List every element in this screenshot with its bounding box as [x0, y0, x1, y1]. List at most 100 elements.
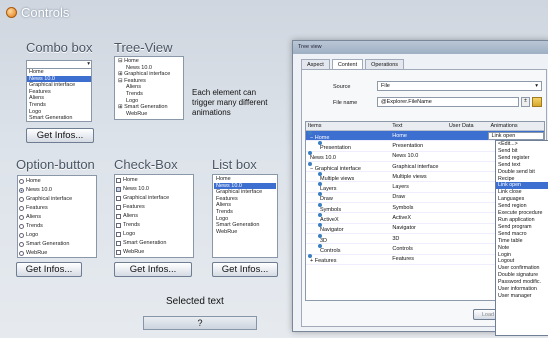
dropdown-option[interactable]: Link close	[496, 189, 548, 196]
tree-node[interactable]: ⊟ Home	[116, 58, 182, 65]
combo-option[interactable]: Aliens	[27, 95, 91, 102]
combo-display[interactable]: ▾	[27, 61, 91, 69]
column-header[interactable]: Items	[306, 123, 390, 129]
tree-node[interactable]: ⊟ Features	[116, 78, 182, 85]
dropdown-option[interactable]: Languages	[496, 196, 548, 203]
dropdown-option[interactable]: User manager	[496, 293, 548, 300]
checkbox[interactable]	[116, 223, 121, 228]
list-item[interactable]: WebRue	[214, 229, 276, 236]
dropdown-option[interactable]: Login	[496, 252, 548, 259]
radio-row[interactable]: Home	[19, 177, 95, 186]
combo-option[interactable]: Logo	[27, 109, 91, 116]
dropdown-option[interactable]: Time table	[496, 238, 548, 245]
dropdown-option[interactable]: Password modific.	[496, 279, 548, 286]
combo-option[interactable]: Graphical interface	[27, 82, 91, 89]
checkbox[interactable]	[116, 214, 121, 219]
list-item[interactable]: Logo	[214, 216, 276, 223]
filename-input[interactable]: @Explorer.FileName	[377, 97, 519, 107]
dropdown-option[interactable]: Execute procedure	[496, 210, 548, 217]
check-row[interactable]: Graphical interface	[116, 194, 192, 203]
combo-option[interactable]: Smart Generation	[27, 115, 91, 121]
dropdown-option[interactable]: User confirmation	[496, 265, 548, 272]
source-select[interactable]: File ▾	[377, 81, 542, 91]
combo-box[interactable]: ▾ Home News 10.0 Graphical interface Feature…	[26, 60, 92, 122]
dropdown-option[interactable]: Recipe	[496, 176, 548, 183]
animations-dropdown[interactable]: <Edit...> Send bit Send register Send text D…	[495, 140, 548, 336]
tree-node[interactable]: News 10.0	[116, 65, 182, 72]
radio-button[interactable]	[19, 206, 24, 211]
check-row[interactable]: Smart Generation	[116, 239, 192, 248]
tree-view[interactable]: ⊟ Home News 10.0 ⊞ Graphical interface ⊟ Fe…	[114, 56, 184, 120]
dropdown-option[interactable]: Send macro	[496, 231, 548, 238]
radio-button[interactable]	[19, 179, 24, 184]
list-item[interactable]: Aliens	[214, 202, 276, 209]
list-item[interactable]: News 10.0	[214, 182, 276, 190]
column-header[interactable]: User Data	[447, 123, 489, 129]
column-header[interactable]: Animations	[488, 123, 544, 129]
dropdown-option[interactable]: Send program	[496, 224, 548, 231]
checkbox[interactable]	[116, 250, 121, 255]
radio-button[interactable]	[19, 224, 24, 229]
radio-row[interactable]: Trends	[19, 222, 95, 231]
list-item[interactable]: Home	[214, 176, 276, 183]
check-row[interactable]: Trends	[116, 221, 192, 230]
combo-option[interactable]: News 10.0	[27, 75, 91, 83]
check-row[interactable]: Aliens	[116, 212, 192, 221]
radio-row[interactable]: Features	[19, 204, 95, 213]
radio-row[interactable]: Smart Generation	[19, 240, 95, 249]
radio-row[interactable]: Aliens	[19, 213, 95, 222]
radio-button[interactable]	[19, 215, 24, 220]
list-get-infos-button[interactable]: Get Infos...	[212, 262, 278, 277]
combo-option[interactable]: Home	[27, 69, 91, 76]
option-get-infos-button[interactable]: Get Infos...	[16, 262, 82, 277]
expression-icon[interactable]: ±	[521, 97, 530, 107]
list-item[interactable]: Features	[214, 196, 276, 203]
tree-node[interactable]: ⊞ Smart Generation	[116, 104, 182, 111]
dropdown-option[interactable]: User information	[496, 286, 548, 293]
tree-node[interactable]: Aliens	[116, 84, 182, 91]
radio-row[interactable]: Logo	[19, 231, 95, 240]
checkbox[interactable]	[116, 241, 121, 246]
dropdown-option[interactable]: Note	[496, 245, 548, 252]
dropdown-option[interactable]: Link open	[496, 182, 548, 190]
dropdown-option[interactable]: Logout	[496, 258, 548, 265]
radio-button[interactable]	[19, 188, 24, 193]
folder-icon[interactable]	[532, 97, 542, 107]
dropdown-option[interactable]: <Edit...>	[496, 141, 548, 148]
check-row[interactable]: Features	[116, 203, 192, 212]
option-group[interactable]: Home News 10.0 Graphical interface Features…	[17, 175, 97, 258]
radio-button[interactable]	[19, 233, 24, 238]
animation-cell[interactable]: Link open	[488, 131, 544, 140]
dropdown-option[interactable]: Send register	[496, 155, 548, 162]
dropdown-option[interactable]: Send text	[496, 162, 548, 169]
tree-node[interactable]: ⊞ Graphical interface	[116, 71, 182, 78]
check-row[interactable]: Logo	[116, 230, 192, 239]
tree-node[interactable]: WebRue	[116, 111, 182, 118]
checkbox[interactable]	[116, 232, 121, 237]
radio-button[interactable]	[19, 251, 24, 256]
radio-row[interactable]: Graphical interface	[19, 195, 95, 204]
chevron-down-icon[interactable]: ▾	[87, 61, 90, 68]
radio-row[interactable]: WebRue	[19, 249, 95, 257]
tree-node[interactable]: Logo	[116, 98, 182, 105]
list-item[interactable]: Smart Generation	[214, 222, 276, 229]
list-item[interactable]: Graphical interface	[214, 189, 276, 196]
combo-option[interactable]: Features	[27, 89, 91, 96]
radio-button[interactable]	[19, 197, 24, 202]
combo-get-infos-button[interactable]: Get Infos...	[26, 128, 94, 143]
dropdown-option[interactable]: Send region	[496, 203, 548, 210]
check-get-infos-button[interactable]: Get Infos...	[114, 262, 192, 277]
dropdown-option[interactable]: Send bit	[496, 148, 548, 155]
checkbox-group[interactable]: Home News 10.0 Graphical interface Features…	[114, 174, 194, 258]
dropdown-option[interactable]: Double send bit	[496, 169, 548, 176]
tree-node[interactable]: Trends	[116, 91, 182, 98]
check-row[interactable]: News 10.0	[116, 185, 192, 194]
combo-option[interactable]: Trends	[27, 102, 91, 109]
list-box[interactable]: Home News 10.0 Graphical interface Features…	[212, 174, 278, 258]
checkbox[interactable]	[116, 187, 121, 192]
list-item[interactable]: Trends	[214, 209, 276, 216]
column-header[interactable]: Text	[390, 123, 447, 129]
checkbox[interactable]	[116, 205, 121, 210]
radio-row[interactable]: News 10.0	[19, 186, 95, 195]
check-row[interactable]: WebRue	[116, 248, 192, 257]
